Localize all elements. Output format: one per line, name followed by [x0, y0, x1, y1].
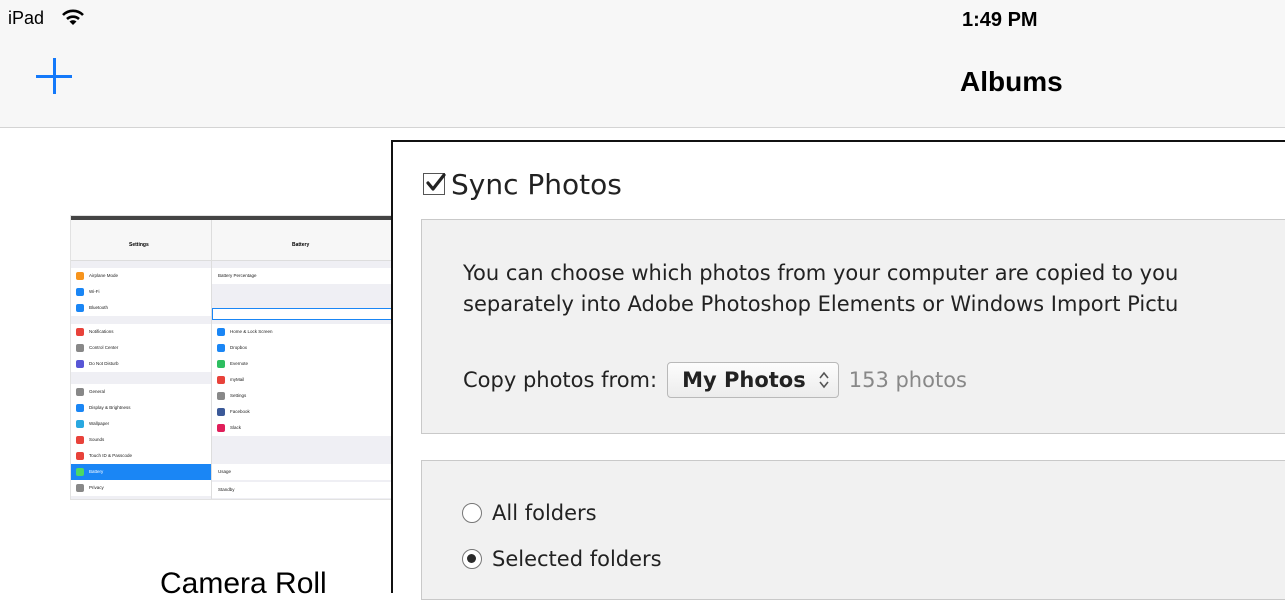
copy-from-label: Copy photos from: [463, 368, 658, 392]
checkmark-icon [426, 173, 446, 191]
all-folders-label: All folders [492, 501, 597, 525]
description-line-1: You can choose which photos from your co… [463, 261, 1179, 285]
copy-from-select[interactable]: My Photos [667, 362, 839, 398]
mini-battery-panel: Battery Battery Percentage Home & Lock S… [212, 220, 396, 499]
page-title: Albums [960, 66, 1063, 97]
selected-folders-option[interactable]: Selected folders [462, 547, 662, 571]
copy-settings-panel: You can choose which photos from your co… [421, 219, 1285, 434]
itunes-sync-photos-window: Sync Photos You can choose which photos … [391, 140, 1285, 600]
folders-panel: All folders Selected folders [421, 460, 1285, 600]
sync-photos-label: Sync Photos [451, 167, 622, 201]
photo-count: 153 photos [848, 368, 967, 392]
copy-from-value: My Photos [682, 368, 806, 392]
sync-photos-checkbox[interactable] [423, 173, 446, 195]
status-carrier: iPad [8, 8, 45, 28]
all-folders-option[interactable]: All folders [462, 501, 597, 525]
album-thumbnail[interactable]: Settings Airplane Mode Wi-Fi Bluetooth N… [70, 215, 397, 500]
mini-settings-list: Settings Airplane Mode Wi-Fi Bluetooth N… [71, 220, 212, 499]
selected-folders-radio[interactable] [462, 549, 482, 569]
wifi-icon [60, 8, 86, 26]
copy-from-row: Copy photos from: My Photos 153 photos [463, 362, 967, 398]
album-label: Camera Roll [160, 567, 327, 600]
status-time: 1:49 PM [962, 9, 1038, 31]
description-line-2: separately into Adobe Photoshop Elements… [463, 292, 1179, 316]
all-folders-radio[interactable] [462, 503, 482, 523]
ios-navigation-bar: iPad 1:49 PM Albums [0, 0, 1285, 128]
plus-icon[interactable] [36, 58, 72, 94]
description-text: You can choose which photos from your co… [463, 258, 1285, 320]
selected-folders-label: Selected folders [492, 547, 662, 571]
updown-chevron-icon [818, 370, 830, 390]
sync-photos-row[interactable]: Sync Photos [423, 164, 622, 204]
